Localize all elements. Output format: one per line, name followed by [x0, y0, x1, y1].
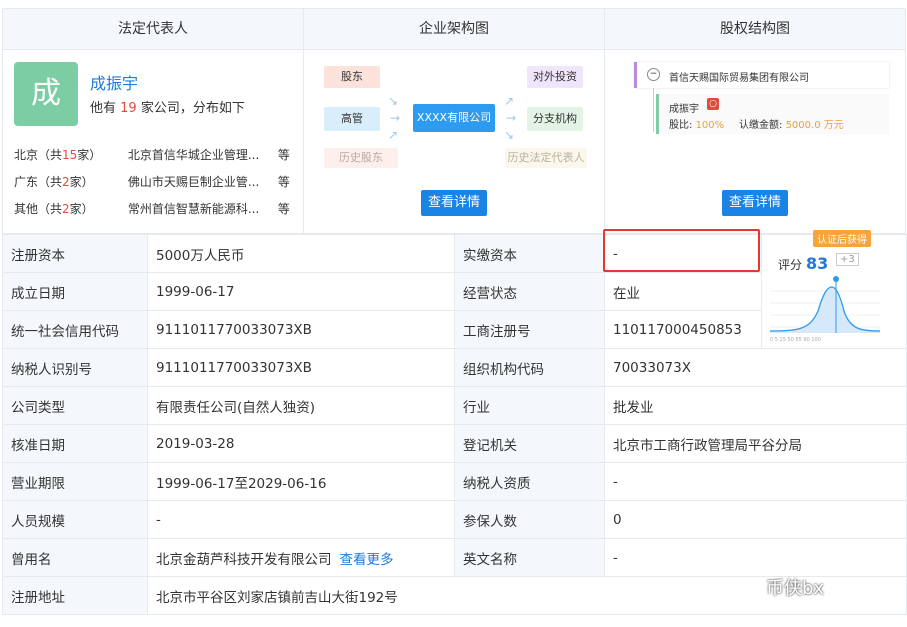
field-label: 行业: [454, 386, 605, 425]
summary-suffix: 家公司，分布如下: [140, 101, 245, 116]
table-row: 公司类型 有限责任公司(自然人独资) 行业 批发业: [2, 386, 907, 425]
field-value: 1999-06-17: [147, 272, 455, 311]
field-value: 2019-03-28: [147, 424, 455, 463]
field-value: 批发业: [604, 386, 907, 425]
legal-rep-summary: 他有 19 家公司，分布如下: [90, 97, 245, 116]
field-label: 统一社会信用代码: [2, 310, 148, 349]
region-row: 其他（共2家） 常州首信智慧新能源科... 等: [14, 200, 290, 217]
table-row: 曾用名 北京金葫芦科技开发有限公司 查看更多 英文名称 -: [2, 538, 907, 577]
watermark: 币侠bx: [766, 578, 825, 599]
field-value: 110117000450853: [604, 310, 762, 349]
svg-text:0 5 15 50 65 90 100: 0 5 15 50 65 90 100: [770, 337, 821, 343]
field-label: 经营状态: [454, 272, 605, 311]
person-icon: ○: [707, 98, 719, 110]
arrow-icon: ↘: [504, 128, 515, 142]
equity-title: 股权结构图: [605, 9, 905, 50]
view-more-link[interactable]: 查看更多: [340, 552, 394, 568]
region-company-link[interactable]: 北京首信华城企业管理...: [128, 146, 278, 163]
field-value: -: [147, 500, 455, 539]
region-row: 北京（共15家） 北京首信华城企业管理... 等: [14, 146, 290, 163]
region-company-link[interactable]: 常州首信智慧新能源科...: [128, 200, 278, 217]
field-label: 注册资本: [2, 234, 148, 273]
branch-node: 分支机构: [527, 107, 583, 131]
equity-holder-node: 成振宇 ○ 股比: 100% 认缴金额: 5000.0 万元: [656, 94, 889, 134]
structure-detail-button[interactable]: 查看详情: [421, 190, 487, 216]
field-value: 北京市工商行政管理局平谷分局: [604, 424, 907, 463]
field-label: 纳税人识别号: [2, 348, 148, 387]
score-label: 评分 83: [778, 254, 829, 273]
legal-rep-name[interactable]: 成振宇: [90, 70, 138, 94]
arrow-icon: ↗: [388, 128, 399, 142]
history-shareholder-node: 历史股东: [324, 148, 398, 168]
structure-title: 企业架构图: [304, 9, 604, 50]
region-row: 广东（共2家） 佛山市天赐巨制企业管... 等: [14, 173, 290, 190]
field-value: 9111011770033073XB: [147, 310, 455, 349]
field-label: 登记机关: [454, 424, 605, 463]
field-value: 70033073X: [604, 348, 907, 387]
table-row: 纳税人识别号 9111011770033073XB 组织机构代码 7003307…: [2, 348, 907, 387]
highlight-box: [603, 229, 760, 272]
table-row: 注册资本 5000万人民币 实缴资本 - 0 5 15 50 65 90 100: [2, 234, 907, 349]
field-label: 纳税人资质: [454, 462, 605, 501]
history-rep-node: 历史法定代表人: [505, 148, 587, 168]
field-value: 北京金葫芦科技开发有限公司 查看更多: [147, 538, 455, 577]
equity-company-node: − 首信天赐国际贸易集团有限公司: [634, 62, 889, 88]
field-value: 有限责任公司(自然人独资): [147, 386, 455, 425]
field-value: 1999-06-17至2029-06-16: [147, 462, 455, 501]
equity-company-name: 首信天赐国际贸易集团有限公司: [669, 73, 809, 84]
company-node: XXXX有限公司: [413, 104, 495, 132]
arrow-icon: →: [506, 111, 517, 125]
investment-node: 对外投资: [527, 66, 583, 88]
field-label: 工商注册号: [454, 310, 605, 349]
field-value: 在业: [604, 272, 762, 311]
arrow-icon: ↗: [504, 94, 515, 108]
score-value: 83: [806, 254, 829, 273]
field-label: 英文名称: [454, 538, 605, 577]
field-label: 组织机构代码: [454, 348, 605, 387]
equity-holder-name: 成振宇: [669, 104, 699, 115]
field-label: 参保人数: [454, 500, 605, 539]
field-label: 营业期限: [2, 462, 148, 501]
arrow-icon: ↘: [388, 94, 399, 108]
table-row: 营业期限 1999-06-17至2029-06-16 纳税人资质 -: [2, 462, 907, 501]
arrow-icon: →: [390, 111, 401, 125]
field-label: 注册地址: [2, 576, 148, 615]
shareholder-node: 股东: [324, 66, 380, 88]
ratio-text: 股比: 100%: [669, 120, 725, 131]
avatar: 成: [14, 62, 78, 126]
field-label: 公司类型: [2, 386, 148, 425]
equity-detail-button[interactable]: 查看详情: [722, 190, 788, 216]
summary-prefix: 他有: [90, 101, 117, 116]
region-company-link[interactable]: 佛山市天赐巨制企业管...: [128, 173, 278, 190]
business-info-table: 注册资本 5000万人民币 实缴资本 - 0 5 15 50 65 90 100: [2, 234, 907, 615]
collapse-icon[interactable]: −: [647, 68, 660, 81]
score-cell: 0 5 15 50 65 90 100: [761, 234, 907, 349]
score-plus: +3: [836, 253, 859, 266]
field-label: 人员规模: [2, 500, 148, 539]
company-count: 19: [120, 101, 137, 116]
field-label: 曾用名: [2, 538, 148, 577]
tree-line: [653, 88, 654, 132]
field-label: 核准日期: [2, 424, 148, 463]
table-row: 核准日期 2019-03-28 登记机关 北京市工商行政管理局平谷分局: [2, 424, 907, 463]
score-badge: 认证后获得: [813, 230, 871, 247]
field-value: 0: [604, 500, 907, 539]
table-row: 人员规模 - 参保人数 0: [2, 500, 907, 539]
capital-text: 认缴金额: 5000.0 万元: [739, 120, 844, 131]
executive-node: 高管: [324, 107, 380, 131]
field-label: 实缴资本: [454, 234, 605, 273]
field-value: -: [604, 462, 907, 501]
field-label: 成立日期: [2, 272, 148, 311]
field-value: -: [604, 538, 907, 577]
former-name: 北京金葫芦科技开发有限公司: [156, 551, 332, 568]
company-profile: 法定代表人 成 成振宇 他有 19 家公司，分布如下 北京（共15家） 北京首信…: [0, 0, 907, 627]
legal-rep-title: 法定代表人: [3, 9, 303, 50]
field-value: 5000万人民币: [147, 234, 455, 273]
field-value: 9111011770033073XB: [147, 348, 455, 387]
